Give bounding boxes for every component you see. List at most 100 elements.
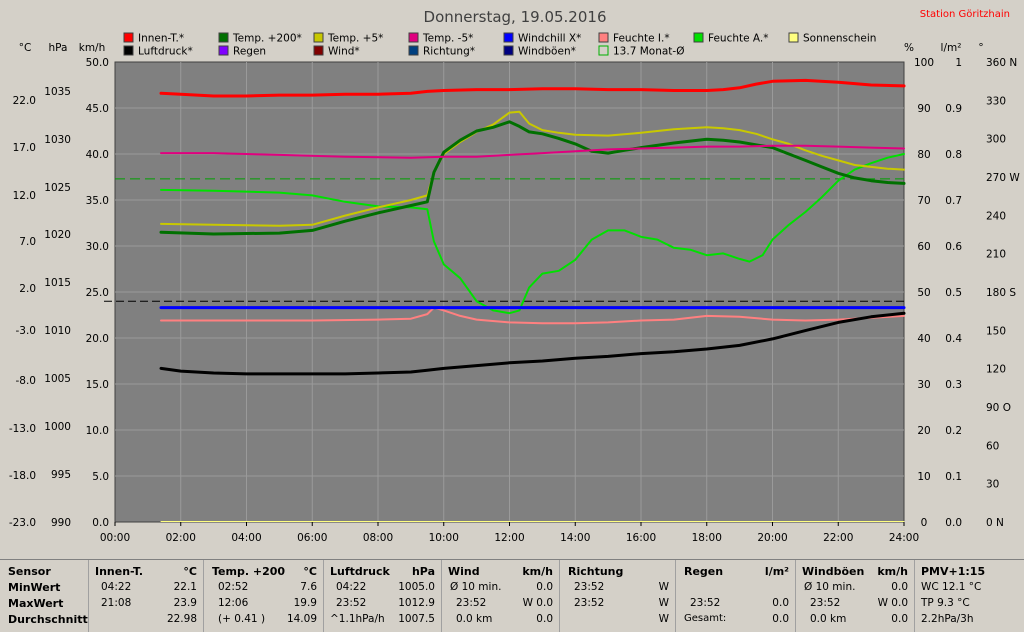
windboeen-min-value: 0.0 (891, 581, 908, 593)
windboeen-distance: 0.0 km (810, 613, 847, 625)
windboeen-max-value: W 0.0 (877, 597, 908, 609)
tick-label-lm2: 0.4 (945, 333, 962, 345)
unit-innen-t: °C (183, 565, 197, 578)
regen-gesamt-value: 0.0 (772, 613, 789, 625)
tick-label-percent: 40 (917, 333, 930, 345)
pmv-druckaenderung: 2.2hPa/3h (921, 613, 974, 625)
regen-max-value: 0.0 (772, 597, 789, 609)
tick-label-direction: 270 W (986, 172, 1020, 184)
wind-max-time: 23:52 (456, 597, 487, 609)
tick-label-percent: 70 (917, 195, 930, 207)
tick-label-direction: 90 O (986, 402, 1011, 414)
tick-label-time: 00:00 (100, 532, 130, 544)
innen-min-value: 22.1 (173, 581, 197, 593)
col-sensor: Sensor MinWert MaxWert Durchschnitt (0, 560, 88, 632)
innen-max-value: 23.9 (173, 597, 197, 609)
tick-label-kmh: 40.0 (86, 149, 109, 161)
tick-label-kmh: 30.0 (86, 241, 109, 253)
legend: Innen-T.* Temp. +200* Temp. +5* Temp. -5* Wi… (123, 32, 876, 58)
tick-label-kmh: 20.0 (86, 333, 109, 345)
tick-label-kmh: 50.0 (86, 57, 109, 69)
legend-label: Windböen* (518, 46, 576, 58)
tick-label-direction: 330 (986, 95, 1006, 107)
legend-swatch (313, 45, 324, 56)
tick-label-hpa: 1020 (44, 229, 71, 241)
unit-celsius: °C (19, 42, 32, 54)
tick-label-time: 18:00 (692, 532, 722, 544)
tick-label-hpa: 1010 (44, 325, 71, 337)
label-durchschnitt: Durchschnitt (8, 613, 88, 626)
tick-label-direction: 30 (986, 479, 999, 491)
col-luftdruck: Luftdruck hPa 04:22 1005.0 23:52 1012.9 ^1.… (323, 560, 441, 632)
tick-label-time: 16:00 (626, 532, 656, 544)
temp200-max-value: 19.9 (293, 597, 317, 609)
legend-label: Luftdruck* (138, 46, 193, 58)
legend-label: Feuchte I.* (613, 33, 670, 45)
unit-wind: km/h (522, 565, 553, 578)
tick-label-percent: 60 (917, 241, 930, 253)
tick-label-direction: 300 (986, 134, 1006, 146)
legend-label: Regen (233, 46, 266, 58)
legend-swatch (788, 32, 799, 43)
legend-swatch (598, 32, 609, 43)
tick-label-celsius: -3.0 (16, 325, 37, 337)
tick-label-direction: 0 N (986, 517, 1004, 529)
tick-label-celsius: -13.0 (9, 423, 36, 435)
legend-swatch (693, 32, 704, 43)
windboeen-max-time: 23:52 (810, 597, 841, 609)
unit-percent: % (904, 42, 914, 54)
tick-label-hpa: 1015 (44, 277, 71, 289)
temp200-trend: (+ 0.41 ) (218, 613, 266, 625)
tick-label-lm2: 0.8 (945, 149, 962, 161)
legend-swatch (408, 32, 419, 43)
wind-min-label: Ø 10 min. (450, 581, 502, 593)
tick-label-kmh: 25.0 (86, 287, 109, 299)
tick-label-direction: 240 (986, 210, 1006, 222)
innen-avg-value: 22.98 (166, 613, 197, 625)
tick-label-hpa: 1035 (44, 86, 71, 98)
legend-swatch (408, 45, 419, 56)
legend-swatch (313, 32, 324, 43)
legend-swatch (218, 32, 229, 43)
tick-label-lm2: 0.6 (945, 241, 962, 253)
col-wind: Wind km/h Ø 10 min. 0.0 23:52 W 0.0 0.0 km 0… (441, 560, 559, 632)
legend-label: Sonnenschein (803, 33, 876, 45)
tick-label-percent: 0 (921, 517, 928, 529)
legend-label: Temp. -5* (422, 33, 473, 45)
richtung-max-time: 23:52 (574, 597, 605, 609)
tick-label-time: 08:00 (363, 532, 393, 544)
wind-max-value: W 0.0 (522, 597, 553, 609)
tick-label-time: 20:00 (757, 532, 787, 544)
tick-label-time: 04:00 (231, 532, 261, 544)
wind-avg-value: 0.0 (536, 613, 553, 625)
tick-label-direction: 60 (986, 440, 999, 452)
tick-label-percent: 80 (917, 149, 930, 161)
tick-label-celsius: 7.0 (19, 236, 36, 248)
tick-label-time: 14:00 (560, 532, 590, 544)
temp200-avg-value: 14.09 (286, 613, 317, 625)
temp200-min-value: 7.6 (300, 581, 317, 593)
col-pmv: PMV+1:15 WC 12.1 °C TP 9.3 °C 2.2hPa/3h (914, 560, 1024, 632)
luftdruck-trend: ^1.1hPa/h (330, 613, 385, 625)
tick-label-percent: 10 (917, 471, 930, 483)
unit-lm2: l/m² (941, 42, 962, 54)
innen-min-time: 04:22 (101, 581, 132, 593)
label-minwert: MinWert (8, 581, 61, 594)
header-innen-t: Innen-T. (95, 565, 144, 578)
tick-label-hpa: 1005 (44, 373, 71, 385)
luftdruck-max-time: 23:52 (336, 597, 367, 609)
legend-label: Feuchte A.* (708, 33, 769, 45)
tick-label-kmh: 15.0 (86, 379, 109, 391)
unit-kmh: km/h (79, 42, 106, 54)
tick-label-hpa: 990 (51, 517, 71, 529)
tick-label-time: 12:00 (494, 532, 524, 544)
legend-label: 13.7 Monat-Ø (613, 46, 684, 58)
tick-label-percent: 50 (917, 287, 930, 299)
col-regen: Regen l/m² 23:52 0.0 Gesamt: 0.0 (675, 560, 795, 632)
legend-swatch (123, 45, 134, 56)
col-windboeen: Windböen km/h Ø 10 min. 0.0 23:52 W 0.0 0.0… (795, 560, 914, 632)
header-luftdruck: Luftdruck (330, 565, 390, 578)
tick-label-lm2: 0.1 (945, 471, 962, 483)
tick-label-celsius: 12.0 (13, 190, 36, 202)
header-pmv: PMV+1:15 (921, 565, 986, 578)
